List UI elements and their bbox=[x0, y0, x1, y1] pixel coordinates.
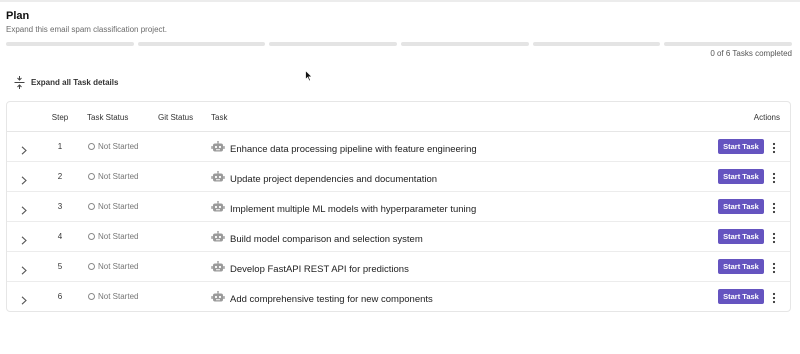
progress-segment bbox=[269, 42, 398, 46]
chevron-right-icon[interactable] bbox=[21, 262, 27, 280]
circle-outline-icon bbox=[88, 293, 95, 300]
task-title: Build model comparison and selection sys… bbox=[230, 233, 423, 245]
task-title: Add comprehensive testing for new compon… bbox=[230, 293, 433, 305]
column-header-git-status: Git Status bbox=[158, 113, 194, 122]
table-row: 2 Not Started Update project dependencies … bbox=[7, 162, 790, 192]
task-status-label: Not Started bbox=[98, 232, 139, 241]
task-cell: Develop FastAPI REST API for predictions bbox=[211, 260, 409, 278]
column-header-task: Task bbox=[211, 113, 228, 122]
circle-outline-icon bbox=[88, 143, 95, 150]
mouse-pointer-icon bbox=[305, 69, 313, 87]
task-title: Update project dependencies and document… bbox=[230, 173, 438, 185]
start-task-button[interactable]: Start Task bbox=[718, 289, 764, 304]
column-header-step: Step bbox=[51, 113, 69, 122]
task-cell: Build model comparison and selection sys… bbox=[211, 230, 423, 248]
chevron-right-icon[interactable] bbox=[21, 172, 27, 190]
task-status-label: Not Started bbox=[98, 172, 139, 181]
start-task-button[interactable]: Start Task bbox=[718, 139, 764, 154]
task-step-number: 4 bbox=[57, 232, 63, 241]
start-task-button[interactable]: Start Task bbox=[718, 199, 764, 214]
table-header: Step Task Status Git Status Task Actions bbox=[7, 102, 790, 132]
task-cell: Update project dependencies and document… bbox=[211, 170, 437, 188]
task-cell: Implement multiple ML models with hyperp… bbox=[211, 200, 476, 218]
table-row: 3 Not Started Implement multiple ML models… bbox=[7, 192, 790, 222]
more-vertical-icon[interactable] bbox=[771, 141, 777, 154]
tasks-table: Step Task Status Git Status Task Actions… bbox=[6, 101, 791, 312]
chevron-right-icon[interactable] bbox=[21, 232, 27, 250]
robot-icon bbox=[211, 170, 225, 188]
task-status: Not Started bbox=[88, 202, 138, 211]
expand-vertical-icon bbox=[14, 76, 25, 89]
chevron-right-icon[interactable] bbox=[21, 142, 27, 160]
task-cell: Add comprehensive testing for new compon… bbox=[211, 290, 433, 308]
progress-segment bbox=[6, 42, 134, 46]
table-row: 6 Not Started Add comprehensive testing fo… bbox=[7, 282, 790, 311]
progress-segment bbox=[664, 42, 793, 46]
progress-segment bbox=[401, 42, 529, 46]
task-title: Implement multiple ML models with hyperp… bbox=[230, 203, 477, 215]
task-step-number: 6 bbox=[57, 292, 63, 301]
expand-all-button[interactable]: Expand all Task details bbox=[14, 76, 118, 89]
task-status-label: Not Started bbox=[98, 262, 139, 271]
task-status: Not Started bbox=[88, 292, 138, 301]
task-status-label: Not Started bbox=[98, 142, 139, 151]
more-vertical-icon[interactable] bbox=[771, 171, 777, 184]
tasks-completed-count: 0 of 6 Tasks completed bbox=[710, 49, 792, 58]
table-row: 4 Not Started Build model comparison and s… bbox=[7, 222, 790, 252]
table-row: 1 Not Started Enhance data processing pipe… bbox=[7, 132, 790, 162]
task-status: Not Started bbox=[88, 142, 138, 151]
circle-outline-icon bbox=[88, 203, 95, 210]
task-status-label: Not Started bbox=[98, 292, 139, 301]
table-row: 5 Not Started Develop FastAPI REST API for… bbox=[7, 252, 790, 282]
chevron-right-icon[interactable] bbox=[21, 292, 27, 310]
start-task-button[interactable]: Start Task bbox=[718, 259, 764, 274]
task-status: Not Started bbox=[88, 232, 138, 241]
top-divider bbox=[0, 0, 800, 2]
page-title: Plan bbox=[6, 10, 30, 22]
tasks-progress-bar bbox=[6, 42, 793, 46]
chevron-right-icon[interactable] bbox=[21, 202, 27, 220]
circle-outline-icon bbox=[88, 173, 95, 180]
robot-icon bbox=[211, 140, 225, 158]
task-status: Not Started bbox=[88, 262, 138, 271]
task-title: Develop FastAPI REST API for predictions bbox=[230, 263, 409, 275]
task-status-label: Not Started bbox=[98, 202, 139, 211]
robot-icon bbox=[211, 290, 225, 308]
task-status: Not Started bbox=[88, 172, 138, 181]
task-step-number: 1 bbox=[57, 142, 63, 151]
column-header-actions: Actions bbox=[753, 113, 780, 122]
start-task-button[interactable]: Start Task bbox=[718, 229, 764, 244]
task-title: Enhance data processing pipeline with fe… bbox=[230, 143, 477, 155]
more-vertical-icon[interactable] bbox=[771, 201, 777, 214]
circle-outline-icon bbox=[88, 233, 95, 240]
progress-segment bbox=[137, 42, 266, 46]
task-step-number: 2 bbox=[57, 172, 63, 181]
robot-icon bbox=[211, 200, 225, 218]
robot-icon bbox=[211, 230, 225, 248]
task-step-number: 3 bbox=[57, 202, 63, 211]
task-cell: Enhance data processing pipeline with fe… bbox=[211, 140, 477, 158]
progress-segment bbox=[532, 42, 661, 46]
expand-all-label: Expand all Task details bbox=[31, 78, 119, 87]
start-task-button[interactable]: Start Task bbox=[718, 169, 764, 184]
task-step-number: 5 bbox=[57, 262, 63, 271]
page-subtitle: Expand this email spam classification pr… bbox=[6, 25, 167, 34]
more-vertical-icon[interactable] bbox=[771, 261, 777, 274]
more-vertical-icon[interactable] bbox=[771, 291, 777, 304]
column-header-task-status: Task Status bbox=[87, 113, 129, 122]
more-vertical-icon[interactable] bbox=[771, 231, 777, 244]
circle-outline-icon bbox=[88, 263, 95, 270]
robot-icon bbox=[211, 260, 225, 278]
